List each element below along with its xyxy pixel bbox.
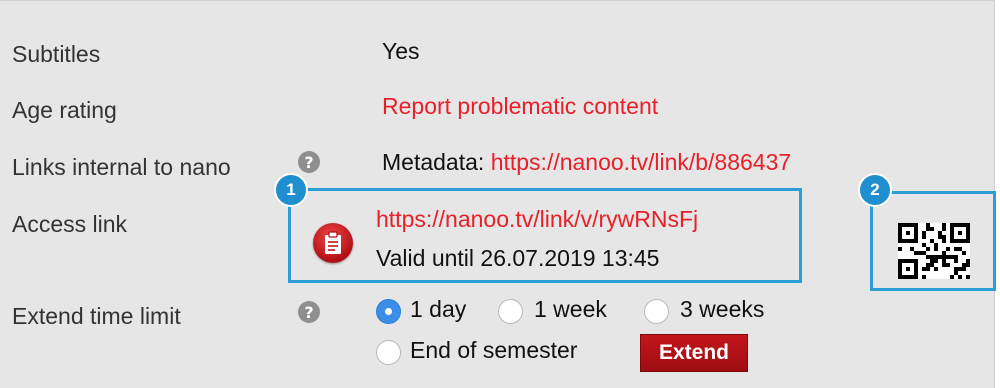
radio-label-3-weeks: 3 weeks: [680, 296, 765, 322]
radio-3-weeks[interactable]: [644, 299, 669, 324]
extend-time-label: Extend time limit: [12, 303, 181, 329]
subtitles-value: Yes: [382, 38, 420, 64]
help-icon[interactable]: ?: [298, 301, 320, 323]
links-internal-label: Links internal to nano: [12, 154, 231, 180]
callout-badge-2: 2: [858, 173, 892, 207]
radio-end-of-semester[interactable]: [376, 340, 401, 365]
access-link-url[interactable]: https://nanoo.tv/link/v/rywRNsFj: [376, 206, 698, 233]
radio-label-1-day: 1 day: [410, 296, 467, 322]
qr-code-graphic: [898, 223, 970, 279]
report-content-link[interactable]: Report problematic content: [382, 93, 658, 120]
radio-label-end-of-semester: End of semester: [410, 337, 578, 363]
radio-1-day[interactable]: [376, 299, 401, 324]
callout-badge-1: 1: [274, 173, 308, 207]
access-link-label: Access link: [12, 211, 128, 237]
radio-label-1-week: 1 week: [534, 296, 607, 322]
metadata-prefix: Metadata:: [382, 149, 485, 175]
qr-code-icon[interactable]: [898, 223, 970, 279]
radio-1-week[interactable]: [498, 299, 523, 324]
age-rating-label: Age rating: [12, 97, 117, 123]
extend-button[interactable]: Extend: [640, 334, 748, 372]
metadata-link[interactable]: https://nanoo.tv/link/b/886437: [491, 149, 792, 175]
help-icon[interactable]: ?: [298, 151, 320, 173]
video-details-panel: Subtitles Yes Age rating Report problema…: [0, 0, 996, 388]
metadata-row: Metadata: https://nanoo.tv/link/b/886437: [382, 149, 791, 176]
subtitles-label: Subtitles: [12, 41, 101, 67]
clipboard-glyph: [325, 231, 341, 254]
access-link-validity: Valid until 26.07.2019 13:45: [376, 245, 660, 271]
clipboard-icon[interactable]: [313, 223, 353, 263]
